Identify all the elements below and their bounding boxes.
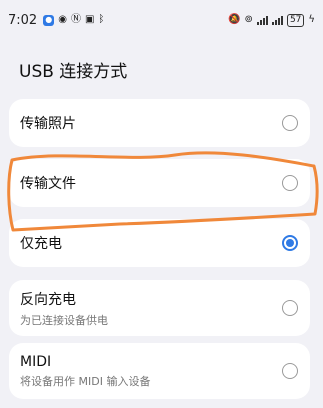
option-text: 传输照片 <box>20 113 76 133</box>
option-label: 反向充电 <box>20 291 76 308</box>
option-label: 仅充电 <box>20 236 62 252</box>
option-text: 传输文件 <box>20 173 76 193</box>
app-icon: ● <box>43 14 55 26</box>
option-transfer-files[interactable]: 传输文件 <box>9 159 310 207</box>
option-subtitle: 为已连接设备供电 <box>20 313 108 327</box>
radio-button[interactable] <box>282 175 298 191</box>
option-subtitle: 将设备用作 MIDI 输入设备 <box>20 374 151 388</box>
signal-icon <box>256 15 268 25</box>
option-transfer-photos[interactable]: 传输照片 <box>9 99 310 147</box>
option-text: MIDI 将设备用作 MIDI 输入设备 <box>20 354 150 389</box>
status-time: 7:02 <box>8 12 38 28</box>
hotspot-icon: ⊚ <box>244 14 253 25</box>
option-text: 仅充电 <box>20 233 62 253</box>
charging-icon: ϟ <box>308 14 315 25</box>
page-title: USB 连接方式 <box>19 62 128 82</box>
option-label: 传输文件 <box>20 176 76 192</box>
option-label: 传输照片 <box>20 116 76 132</box>
radio-button[interactable] <box>282 363 298 379</box>
option-label: MIDI <box>20 353 52 370</box>
signal-icon <box>271 15 283 25</box>
option-charge-only[interactable]: 仅充电 <box>9 219 310 267</box>
eye-icon: ◉ <box>58 14 67 25</box>
status-bar-left: 7:02 ● ◉ Ⓝ ▣ ᛒ <box>8 13 104 28</box>
option-midi[interactable]: MIDI 将设备用作 MIDI 输入设备 <box>9 343 310 399</box>
option-reverse-charging[interactable]: 反向充电 为已连接设备供电 <box>9 280 310 336</box>
status-bar: 7:02 ● ◉ Ⓝ ▣ ᛒ 🔕 ⊚ 57 ϟ <box>0 0 323 40</box>
radio-button-selected[interactable] <box>282 235 298 251</box>
radio-button[interactable] <box>282 300 298 316</box>
radio-button[interactable] <box>282 115 298 131</box>
nfc-icon: Ⓝ <box>70 14 81 25</box>
option-text: 反向充电 为已连接设备供电 <box>20 289 108 328</box>
bluetooth-icon: ᛒ <box>98 14 105 25</box>
mute-icon: 🔕 <box>228 14 241 25</box>
status-bar-right: 🔕 ⊚ 57 ϟ <box>228 13 315 27</box>
gallery-icon: ▣ <box>84 14 95 25</box>
battery-icon: 57 <box>286 13 305 27</box>
